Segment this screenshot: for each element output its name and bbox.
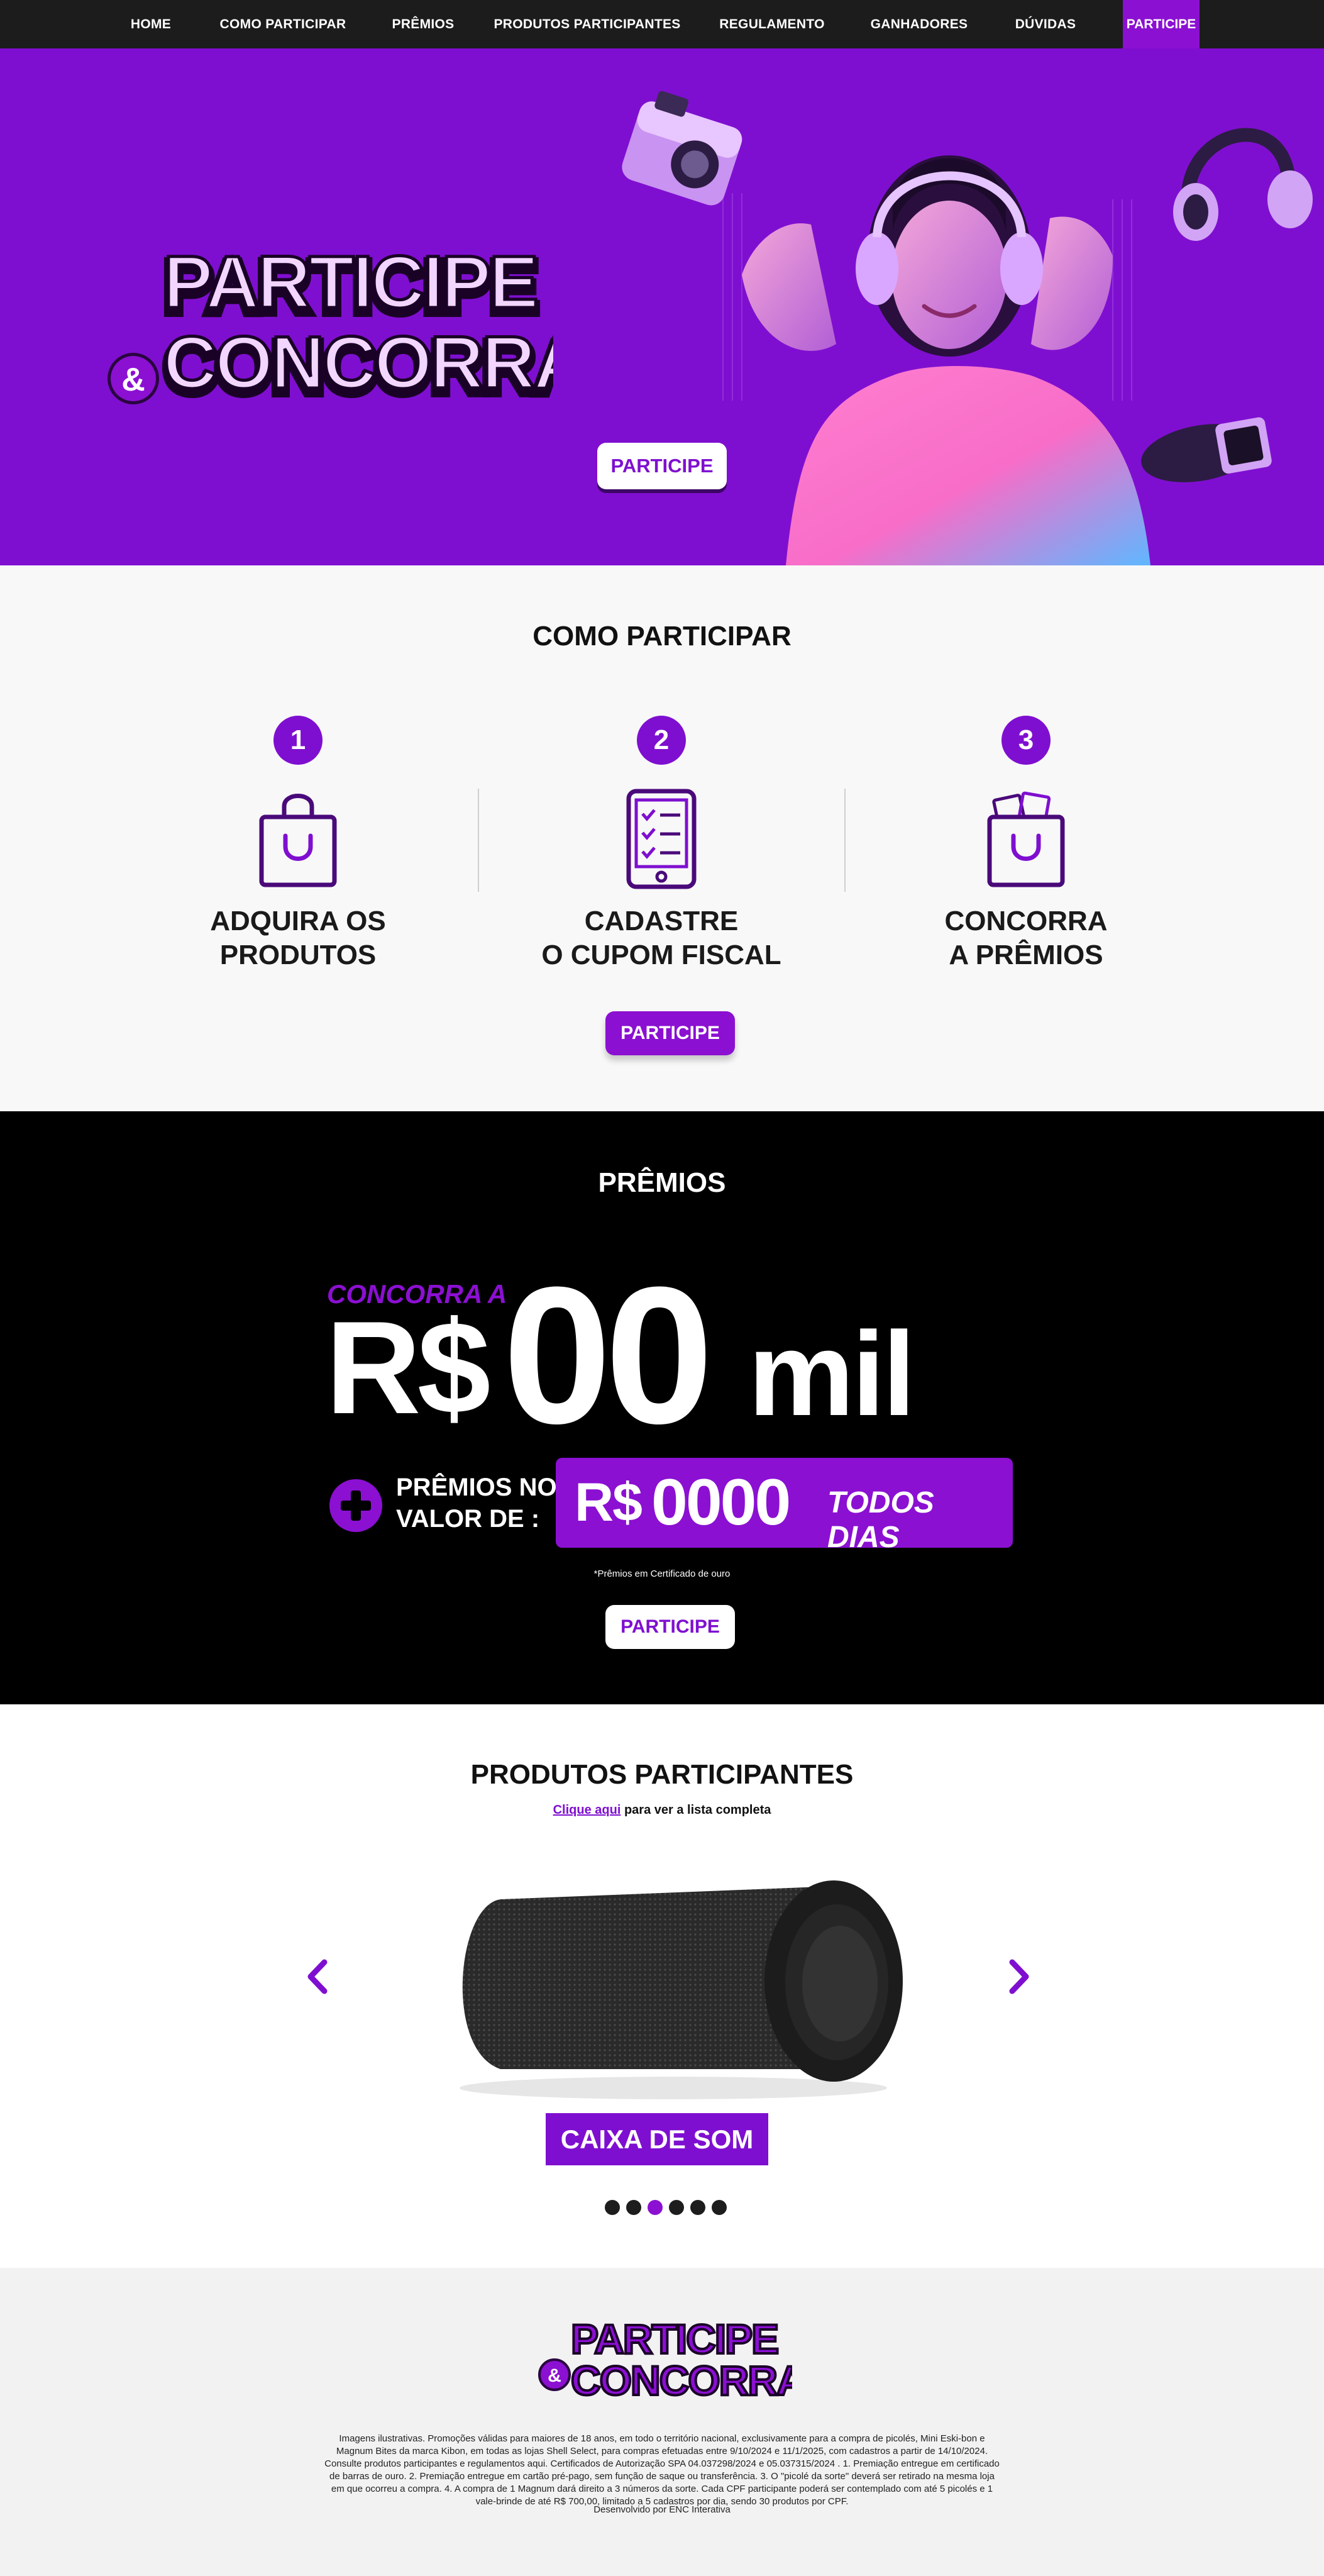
premios-no-line1: PRÊMIOS NO <box>396 1474 557 1501</box>
carousel-dot-active[interactable] <box>648 2200 663 2215</box>
product-name-label: CAIXA DE SOM <box>546 2113 768 2165</box>
shopping-bag-icon <box>259 794 337 887</box>
carousel-prev-arrow[interactable] <box>302 1955 333 1999</box>
step-1-number: 1 <box>273 716 323 765</box>
footer <box>0 2268 1324 2576</box>
prize-unit: mil <box>748 1307 916 1441</box>
step-divider <box>478 789 479 892</box>
footer-logo: & PARTICIPE CONCORRA <box>538 2317 792 2405</box>
lista-completa-text: para ver a lista completa <box>621 1803 771 1817</box>
step-1: 1 ADQUIRA OS PRODUTOS <box>141 716 455 972</box>
camera-icon <box>622 91 742 206</box>
carousel-next-arrow[interactable] <box>1003 1955 1035 1999</box>
como-participar-title: COMO PARTICIPAR <box>532 621 792 652</box>
step-3: 3 CONCORRA A PRÊMIOS <box>869 716 1183 972</box>
carousel-dot[interactable] <box>626 2200 641 2215</box>
premios-title: PRÊMIOS <box>598 1167 726 1198</box>
certificate-note: *Prêmios em Certificado de ouro <box>593 1568 731 1579</box>
phone-checklist-icon <box>626 789 697 889</box>
como-participe-button[interactable]: PARTICIPE <box>605 1011 735 1055</box>
plus-icon <box>329 1479 382 1532</box>
footer-logo-line1: PARTICIPE <box>571 2317 778 2362</box>
produtos-title: PRODUTOS PARTICIPANTES <box>470 1759 854 1790</box>
nav-regulamento[interactable]: REGULAMENTO <box>719 0 824 48</box>
speaker-product-image <box>460 1880 903 2099</box>
step-3-label-line1: CONCORRA <box>944 906 1108 936</box>
nav-ganhadores[interactable]: GANHADORES <box>871 0 968 48</box>
step-1-label-line1: ADQUIRA OS <box>210 906 386 936</box>
logo-amp: & <box>121 362 145 398</box>
carousel-dot[interactable] <box>605 2200 620 2215</box>
carousel-dot[interactable] <box>669 2200 684 2215</box>
daily-prize-box: R$ 0000 TODOS DIAS <box>556 1458 1013 1554</box>
step-1-label-line2: PRODUTOS <box>219 940 377 970</box>
participe-concorra-logo: & PARTICIPE PARTICIPE CONCORRA CONCORRA <box>104 240 553 414</box>
prize-currency: R$ <box>326 1294 490 1441</box>
lista-completa-line: Clique aqui para ver a lista completa <box>0 1803 1324 1818</box>
step-2-label-line1: CADASTRE <box>584 906 739 936</box>
footer-credit: Desenvolvido por ENC Interativa <box>593 2504 731 2515</box>
step-3-label-line2: A PRÊMIOS <box>949 940 1103 970</box>
daily-prize-amount: 0000 <box>651 1466 791 1539</box>
top-nav: HOME COMO PARTICIPAR PRÊMIOS PRODUTOS PA… <box>0 0 1324 48</box>
clique-aqui-link[interactable]: Clique aqui <box>553 1803 621 1817</box>
step-3-number: 3 <box>1001 716 1051 765</box>
step-divider <box>844 789 846 892</box>
nav-participe-button[interactable]: PARTICIPE <box>1123 0 1200 48</box>
step-2: 2 CADASTRE O CUPOM FISCAL <box>504 716 819 972</box>
headphones-icon <box>1173 128 1313 241</box>
footer-logo-amp: & <box>548 2365 561 2386</box>
nav-produtos-participantes[interactable]: PRODUTOS PARTICIPANTES <box>494 0 680 48</box>
step-2-number: 2 <box>637 716 686 765</box>
logo-line2: CONCORRA <box>163 321 553 404</box>
carousel-dots <box>605 2200 731 2216</box>
daily-prize-currency: R$ <box>575 1472 643 1533</box>
carousel-dot[interactable] <box>712 2200 727 2215</box>
logo-line1: PARTICIPE <box>163 241 537 324</box>
footer-logo-line2: CONCORRA <box>571 2357 792 2404</box>
nav-duvidas[interactable]: DÚVIDAS <box>1015 0 1076 48</box>
carousel-dot[interactable] <box>690 2200 705 2215</box>
premios-no-line2: VALOR DE : <box>396 1505 540 1533</box>
premios-participe-button[interactable]: PARTICIPE <box>605 1605 735 1649</box>
footer-legal-text: Imagens ilustrativas. Promoções válidas … <box>324 2433 1000 2507</box>
nav-premios[interactable]: PRÊMIOS <box>392 0 455 48</box>
prize-amount: 00 <box>503 1246 714 1464</box>
hero-banner: & PARTICIPE PARTICIPE CONCORRA CONCORRA <box>0 48 1324 565</box>
hero-participe-button[interactable]: PARTICIPE <box>597 443 727 489</box>
smartwatch-icon <box>1141 417 1272 482</box>
nav-home[interactable]: HOME <box>131 0 171 48</box>
step-2-label-line2: O CUPOM FISCAL <box>541 940 781 970</box>
prize-bag-icon <box>987 791 1065 887</box>
nav-como-participar[interactable]: COMO PARTICIPAR <box>220 0 346 48</box>
daily-prize-period: TODOS DIAS <box>827 1486 934 1554</box>
